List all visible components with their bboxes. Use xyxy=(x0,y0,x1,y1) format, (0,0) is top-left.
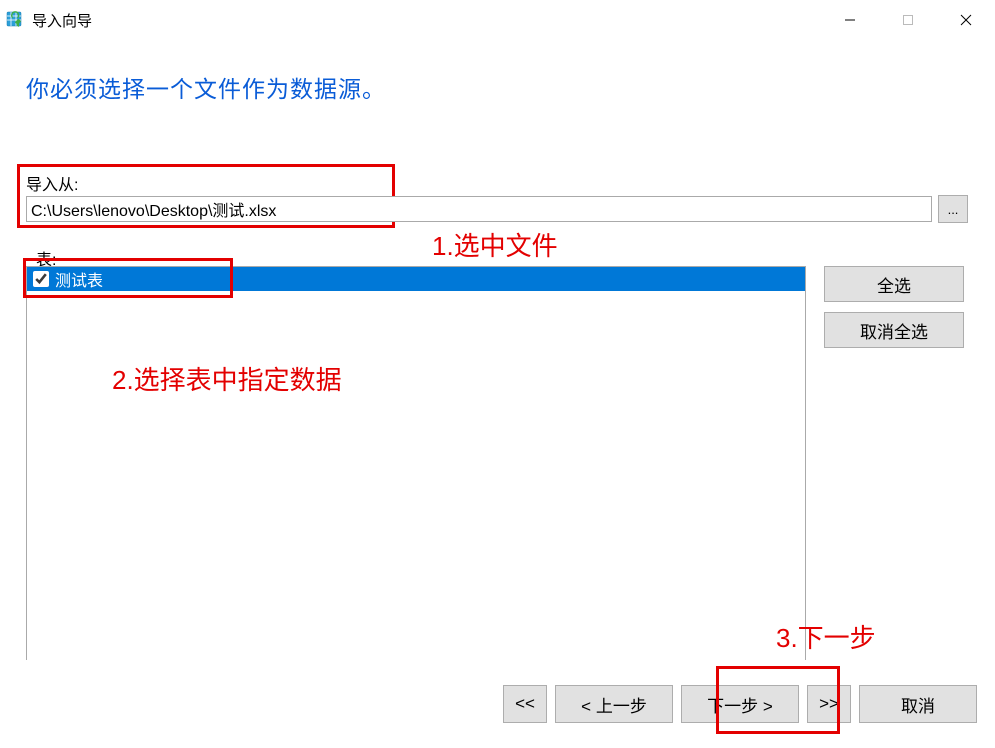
titlebar: 导入向导 xyxy=(0,0,995,40)
browse-button[interactable]: ... xyxy=(938,195,968,223)
maximize-button xyxy=(879,0,937,40)
window-controls xyxy=(821,0,995,40)
table-row[interactable]: 测试表 xyxy=(27,267,805,291)
prev-button[interactable]: < 上一步 xyxy=(555,685,673,723)
annotation-2: 2.选择表中指定数据 xyxy=(112,360,342,397)
import-from-label: 导入从: xyxy=(26,171,78,195)
tables-listbox[interactable]: 测试表 xyxy=(26,266,806,670)
footer: << < 上一步 下一步 > >> 取消 xyxy=(0,660,995,748)
window-title: 导入向导 xyxy=(32,10,92,31)
first-button[interactable]: << xyxy=(503,685,547,723)
annotation-3: 3.下一步 xyxy=(776,618,876,655)
cancel-button[interactable]: 取消 xyxy=(859,685,977,723)
select-all-button[interactable]: 全选 xyxy=(824,266,964,302)
close-button[interactable] xyxy=(937,0,995,40)
annotation-1: 1.选中文件 xyxy=(432,226,558,263)
wizard-body: 你必须选择一个文件作为数据源。 导入从: C:\Users\lenovo\Des… xyxy=(0,40,995,700)
next-button[interactable]: 下一步 > xyxy=(681,685,799,723)
deselect-all-button[interactable]: 取消全选 xyxy=(824,312,964,348)
table-name: 测试表 xyxy=(55,267,103,291)
instruction-text: 你必须选择一个文件作为数据源。 xyxy=(26,70,386,104)
minimize-button[interactable] xyxy=(821,0,879,40)
import-wizard-icon xyxy=(6,10,26,30)
table-checkbox[interactable] xyxy=(33,271,49,287)
import-from-value: C:\Users\lenovo\Desktop\测试.xlsx xyxy=(31,197,276,221)
import-from-input[interactable]: C:\Users\lenovo\Desktop\测试.xlsx xyxy=(26,196,932,222)
last-button[interactable]: >> xyxy=(807,685,851,723)
